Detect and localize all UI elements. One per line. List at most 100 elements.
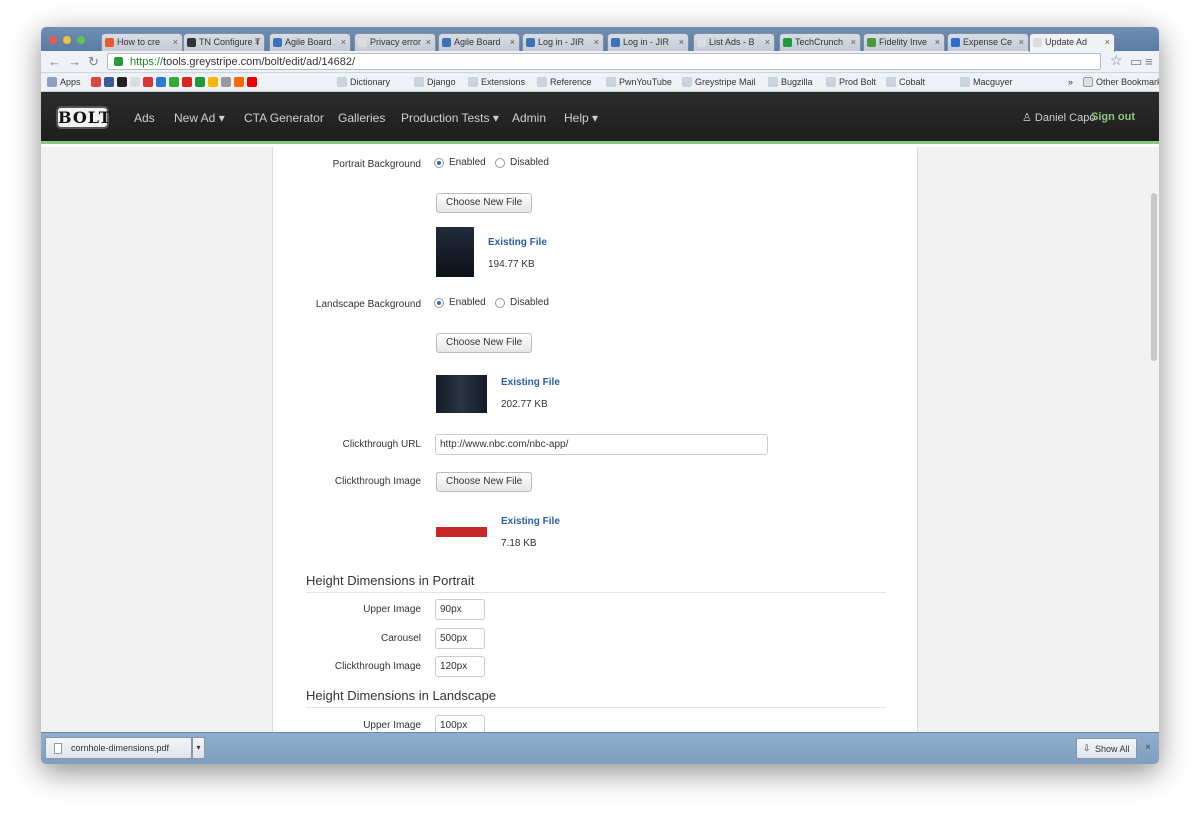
tab-favicon-icon — [187, 38, 196, 47]
download-item[interactable]: cornhole-dimensions.pdf — [45, 737, 192, 759]
portrait-carousel-input[interactable] — [435, 628, 485, 649]
tab-close-icon[interactable]: × — [1105, 37, 1110, 47]
bookmark-star-icon[interactable]: ☆ — [1110, 52, 1123, 69]
browser-tab[interactable]: Log in - JIR × — [522, 33, 604, 51]
scrollbar-thumb[interactable] — [1151, 193, 1157, 361]
tab-close-icon[interactable]: × — [510, 37, 515, 47]
bolt-logo[interactable]: BOLT — [56, 106, 111, 129]
browser-tab[interactable]: Agile Board × — [269, 33, 351, 51]
tab-favicon-icon — [273, 38, 282, 47]
landscape-bg-existing-link[interactable]: Existing File — [501, 377, 560, 388]
bookmark-item[interactable]: Greystripe Mail — [682, 77, 756, 87]
minimize-window-button[interactable] — [63, 36, 71, 44]
reload-icon[interactable]: ↻ — [88, 54, 99, 70]
tab-close-icon[interactable]: × — [594, 37, 599, 47]
portrait-clickthrough-input[interactable] — [435, 656, 485, 677]
bookmark-label: Prod Bolt — [839, 77, 877, 87]
browser-tab[interactable]: Update Ad × — [1029, 33, 1115, 52]
lock-icon — [114, 57, 123, 66]
browser-tab[interactable]: How to cre × — [101, 33, 183, 51]
browser-tab[interactable]: Log in - JIR × — [607, 33, 689, 51]
tab-label: List Ads - B — [709, 37, 755, 47]
menu-icon[interactable]: ≡ — [1145, 54, 1153, 69]
bookmark-label: PwnYouTube — [619, 77, 672, 87]
portrait-clickthrough-label: Clickthrough Image — [334, 661, 421, 672]
tab-close-icon[interactable]: × — [679, 37, 684, 47]
tab-close-icon[interactable]: × — [1019, 37, 1024, 47]
bookmark-item[interactable]: Django — [414, 77, 456, 87]
zoom-window-button[interactable] — [77, 36, 85, 44]
tab-close-icon[interactable]: × — [255, 37, 260, 47]
forward-icon[interactable]: → — [68, 54, 81, 69]
close-downloads-icon[interactable]: × — [1145, 742, 1151, 753]
browser-tab[interactable]: TN Configure T × — [183, 33, 265, 51]
tab-close-icon[interactable]: × — [341, 37, 346, 47]
tab-close-icon[interactable]: × — [935, 37, 940, 47]
landscape-bg-choose-file-button[interactable]: Choose New File — [436, 333, 533, 353]
nav-ads[interactable]: Ads — [134, 111, 155, 125]
portrait-heights-heading: Height Dimensions in Portrait — [306, 573, 886, 593]
bookmark-item[interactable]: PwnYouTube — [606, 77, 672, 87]
landscape-bg-size: 202.77 KB — [501, 399, 548, 410]
bookmark-item[interactable]: Dictionary — [337, 77, 390, 87]
bookmark-apps[interactable]: Apps — [47, 77, 81, 87]
download-options-button[interactable]: ▾ — [192, 737, 205, 759]
nav-help[interactable]: Help ▾ — [564, 111, 598, 125]
browser-tab[interactable]: Fidelity Inve × — [863, 33, 945, 51]
signout-link[interactable]: Sign out — [1091, 111, 1135, 123]
bookmark-item[interactable]: Extensions — [468, 77, 525, 87]
landscape-bg-enabled-radio[interactable] — [434, 298, 444, 308]
download-filename: cornhole-dimensions.pdf — [71, 743, 170, 753]
bookmark-item[interactable]: Bugzilla — [768, 77, 813, 87]
bookmark-icon — [826, 77, 836, 87]
bookmark-other[interactable]: Other Bookmarks — [1083, 77, 1159, 87]
tab-close-icon[interactable]: × — [765, 37, 770, 47]
tab-close-icon[interactable]: × — [851, 37, 856, 47]
portrait-bg-size: 194.77 KB — [488, 259, 535, 270]
user-menu[interactable]: ♙ Daniel Capo — [1022, 111, 1095, 124]
nav-production-tests[interactable]: Production Tests ▾ — [401, 111, 499, 125]
browser-tab[interactable]: Expense Ce × — [947, 33, 1029, 51]
tab-label: Log in - JIR — [623, 37, 670, 47]
nav-cta-generator[interactable]: CTA Generator — [244, 111, 324, 125]
tab-close-icon[interactable]: × — [426, 37, 431, 47]
edit-ad-form: Portrait Background Enabled Disabled Cho… — [272, 147, 918, 736]
nav-admin[interactable]: Admin — [512, 111, 546, 125]
close-window-button[interactable] — [49, 36, 57, 44]
address-bar[interactable]: https://tools.greystripe.com/bolt/edit/a… — [107, 53, 1101, 70]
browser-tab[interactable]: List Ads - B × — [693, 33, 775, 51]
browser-tab[interactable]: Privacy error × — [354, 33, 436, 51]
nav-new-ad[interactable]: New Ad ▾ — [174, 111, 225, 125]
clickthrough-image-existing-link[interactable]: Existing File — [501, 516, 560, 527]
clickthrough-url-input[interactable] — [435, 434, 768, 455]
bookmark-item[interactable]: Macguyer — [960, 77, 1013, 87]
favicon-strip[interactable] — [91, 77, 260, 87]
bookmark-label: Dictionary — [350, 77, 391, 87]
portrait-bg-label: Portrait Background — [332, 159, 421, 170]
portrait-carousel-label: Carousel — [380, 633, 421, 644]
bookmark-item[interactable]: Cobalt — [886, 77, 925, 87]
page-scrollbar[interactable] — [1149, 147, 1159, 732]
nav-galleries[interactable]: Galleries — [338, 111, 385, 125]
clickthrough-image-choose-file-button[interactable]: Choose New File — [436, 472, 533, 492]
landscape-bg-disabled-radio[interactable] — [495, 298, 505, 308]
back-icon[interactable]: ← — [48, 54, 61, 69]
bookmark-item[interactable]: Prod Bolt — [826, 77, 876, 87]
browser-tab[interactable]: Agile Board × — [438, 33, 520, 51]
tab-favicon-icon — [442, 38, 451, 47]
portrait-bg-enabled-radio[interactable] — [434, 158, 444, 168]
folder-icon — [1083, 77, 1093, 87]
portrait-bg-disabled-radio[interactable] — [495, 158, 505, 168]
browser-tab[interactable]: TechCrunch × — [779, 33, 861, 51]
tab-label: Privacy error — [370, 37, 422, 47]
portrait-upper-input[interactable] — [435, 599, 485, 620]
bookmark-icon — [414, 77, 424, 87]
show-all-downloads-button[interactable]: ⇩ Show All — [1076, 738, 1137, 759]
portrait-bg-choose-file-button[interactable]: Choose New File — [436, 193, 533, 213]
cast-icon[interactable]: ▭ — [1130, 54, 1142, 70]
bookmark-item[interactable]: Reference — [537, 77, 592, 87]
bookmark-overflow-button[interactable]: » — [1068, 77, 1073, 87]
bookmark-label: Django — [427, 77, 456, 87]
portrait-bg-existing-link[interactable]: Existing File — [488, 237, 547, 248]
tab-close-icon[interactable]: × — [173, 37, 178, 47]
